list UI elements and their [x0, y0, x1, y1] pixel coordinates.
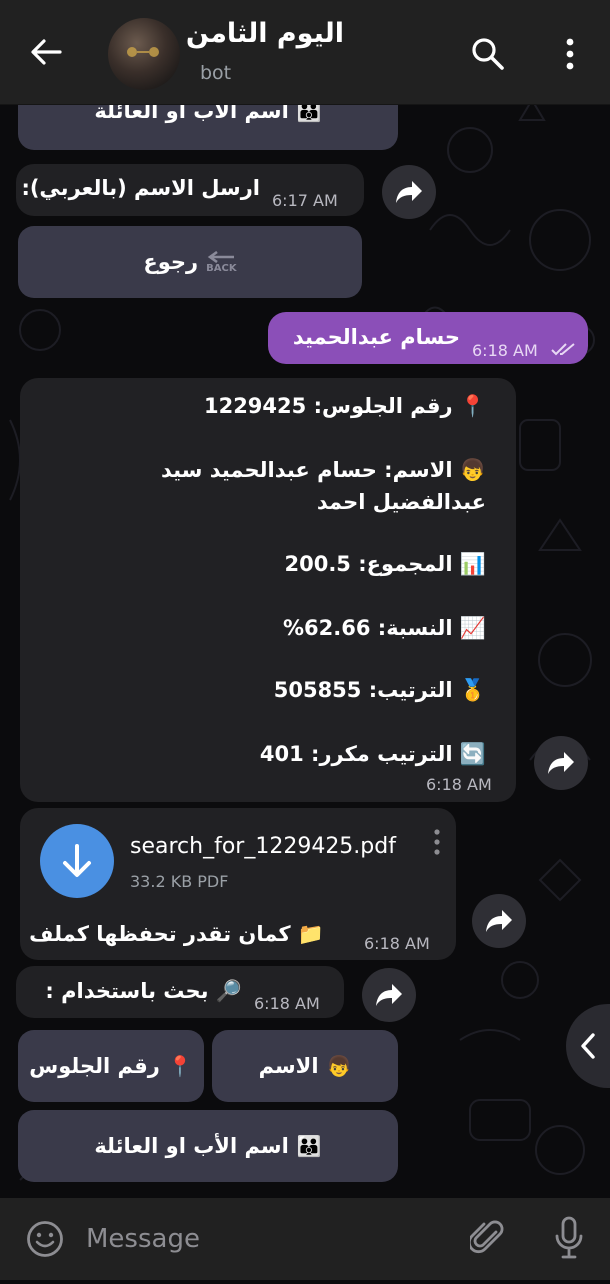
avatar[interactable]: [108, 18, 180, 90]
pdf-caption-text: كمان تقدر تحفظها كملف: [29, 922, 291, 946]
chat-subtitle: bot: [200, 62, 232, 84]
medal-emoji: 🥇: [459, 678, 486, 702]
keyboard-button-label: رقم الجلوس: [29, 1054, 160, 1078]
result-rank-label: الترتيب:: [368, 678, 453, 702]
paperclip-icon[interactable]: [467, 1218, 506, 1258]
result-name-line: 👦 الاسم: حسام عبدالحميد سيد: [161, 458, 486, 483]
back-button-icon: BACK: [206, 250, 237, 274]
download-arrow-icon: [63, 844, 91, 877]
download-button[interactable]: [40, 824, 114, 898]
result-total-line: 📊 المجموع: 200.5: [284, 552, 486, 577]
forward-button[interactable]: [534, 736, 588, 790]
message-text: حسام عبدالحميد: [292, 325, 460, 349]
message-time: 6:18 AM: [254, 994, 320, 1013]
forward-icon: [376, 984, 402, 1006]
magnifier-emoji: 🔎: [215, 979, 242, 1003]
keyboard-button-label: رجوع: [143, 250, 199, 274]
message-user-reply[interactable]: حسام عبدالحميد 6:18 AM: [268, 312, 588, 364]
microphone-icon[interactable]: [552, 1216, 586, 1260]
result-rank-dup-label: الترتيب مكرر:: [311, 742, 453, 766]
keyboard-button-label: اسم الأب او العائلة: [94, 1134, 289, 1158]
family-emoji: 👪: [296, 1134, 322, 1158]
folder-emoji: 📁: [297, 922, 324, 946]
boy-emoji: 👦: [326, 1054, 352, 1078]
result-percent-line: 📈 النسبة: 62.66%: [283, 616, 486, 641]
trend-emoji: 📈: [459, 616, 486, 640]
file-menu-icon[interactable]: [432, 828, 442, 856]
message-time: 6:18 AM: [472, 341, 538, 360]
emoji-icon[interactable]: [26, 1220, 64, 1258]
forward-icon: [486, 910, 512, 932]
message-prompt-name[interactable]: ارسل الاسم (بالعربي): 6:17 AM: [16, 164, 364, 216]
result-percent-label: النسبة:: [377, 616, 453, 640]
back-arrow-icon[interactable]: [26, 32, 66, 72]
message-time: 6:17 AM: [272, 191, 338, 210]
pin-emoji: 📍: [167, 1054, 193, 1078]
forward-button[interactable]: [362, 968, 416, 1022]
message-time: 6:18 AM: [364, 934, 430, 953]
forward-icon: [396, 181, 422, 203]
keyboard-button-name[interactable]: 👦 الاسم: [212, 1030, 398, 1102]
result-rank-dup-value: 401: [259, 742, 304, 766]
result-rank-dup-line: 🔄 الترتيب مكرر: 401: [260, 742, 486, 767]
result-name-value-line2: عبدالفضيل احمد: [316, 490, 486, 514]
boy-emoji: 👦: [459, 458, 486, 482]
pin-emoji: 📍: [459, 394, 486, 418]
result-rank-line: 🥇 الترتيب: 505855: [274, 678, 486, 703]
result-seat-label: رقم الجلوس:: [313, 394, 453, 418]
message-result[interactable]: 📍 رقم الجلوس: 1229425 👦 الاسم: حسام عبدا…: [20, 378, 516, 802]
more-vertical-icon[interactable]: [560, 36, 580, 72]
message-pdf[interactable]: search_for_1229425.pdf 33.2 KB PDF 📁 كما…: [20, 808, 456, 960]
result-name-label: الاسم:: [384, 458, 453, 482]
pdf-caption: 📁 كمان تقدر تحفظها كملف: [29, 922, 324, 947]
pdf-filename[interactable]: search_for_1229425.pdf: [130, 834, 396, 859]
chevron-left-icon: [581, 1033, 595, 1059]
chart-emoji: 📊: [459, 552, 486, 576]
forward-icon: [548, 752, 574, 774]
message-composer: [0, 1198, 610, 1280]
message-input[interactable]: [84, 1218, 448, 1260]
avatar-glasses: [127, 47, 159, 57]
chat-title[interactable]: اليوم الثامن: [186, 18, 344, 49]
keyboard-button-seat[interactable]: 📍 رقم الجلوس: [18, 1030, 204, 1102]
result-percent-value: 62.66%: [283, 616, 371, 640]
message-time: 6:18 AM: [426, 775, 492, 794]
keyboard-button-parent-name[interactable]: 👪 اسم الأب او العائلة: [18, 1110, 398, 1182]
keyboard-button-label: الاسم: [258, 1054, 319, 1078]
result-rank-value: 505855: [273, 678, 362, 702]
result-seat-line: 📍 رقم الجلوس: 1229425: [204, 394, 486, 419]
result-seat-value: 1229425: [203, 394, 307, 418]
message-search-by[interactable]: 🔎 بحث باستخدام : 6:18 AM: [16, 966, 344, 1018]
result-name-value: حسام عبدالحميد سيد: [161, 458, 377, 482]
message-text-line: 🔎 بحث باستخدام :: [45, 979, 242, 1004]
forward-button[interactable]: [382, 165, 436, 219]
message-text: بحث باستخدام :: [45, 979, 209, 1003]
pdf-meta: 33.2 KB PDF: [130, 872, 229, 891]
forward-button[interactable]: [472, 894, 526, 948]
message-text: ارسل الاسم (بالعربي):: [21, 176, 260, 200]
back-button-icon-text: BACK: [206, 262, 237, 274]
result-total-label: المجموع:: [358, 552, 453, 576]
chat-header: اليوم الثامن bot: [0, 0, 610, 105]
repeat-emoji: 🔄: [459, 742, 486, 766]
search-icon[interactable]: [470, 36, 506, 72]
keyboard-button-back[interactable]: BACK رجوع: [18, 226, 362, 298]
result-total-value: 200.5: [284, 552, 351, 576]
double-check-icon: [551, 343, 575, 356]
